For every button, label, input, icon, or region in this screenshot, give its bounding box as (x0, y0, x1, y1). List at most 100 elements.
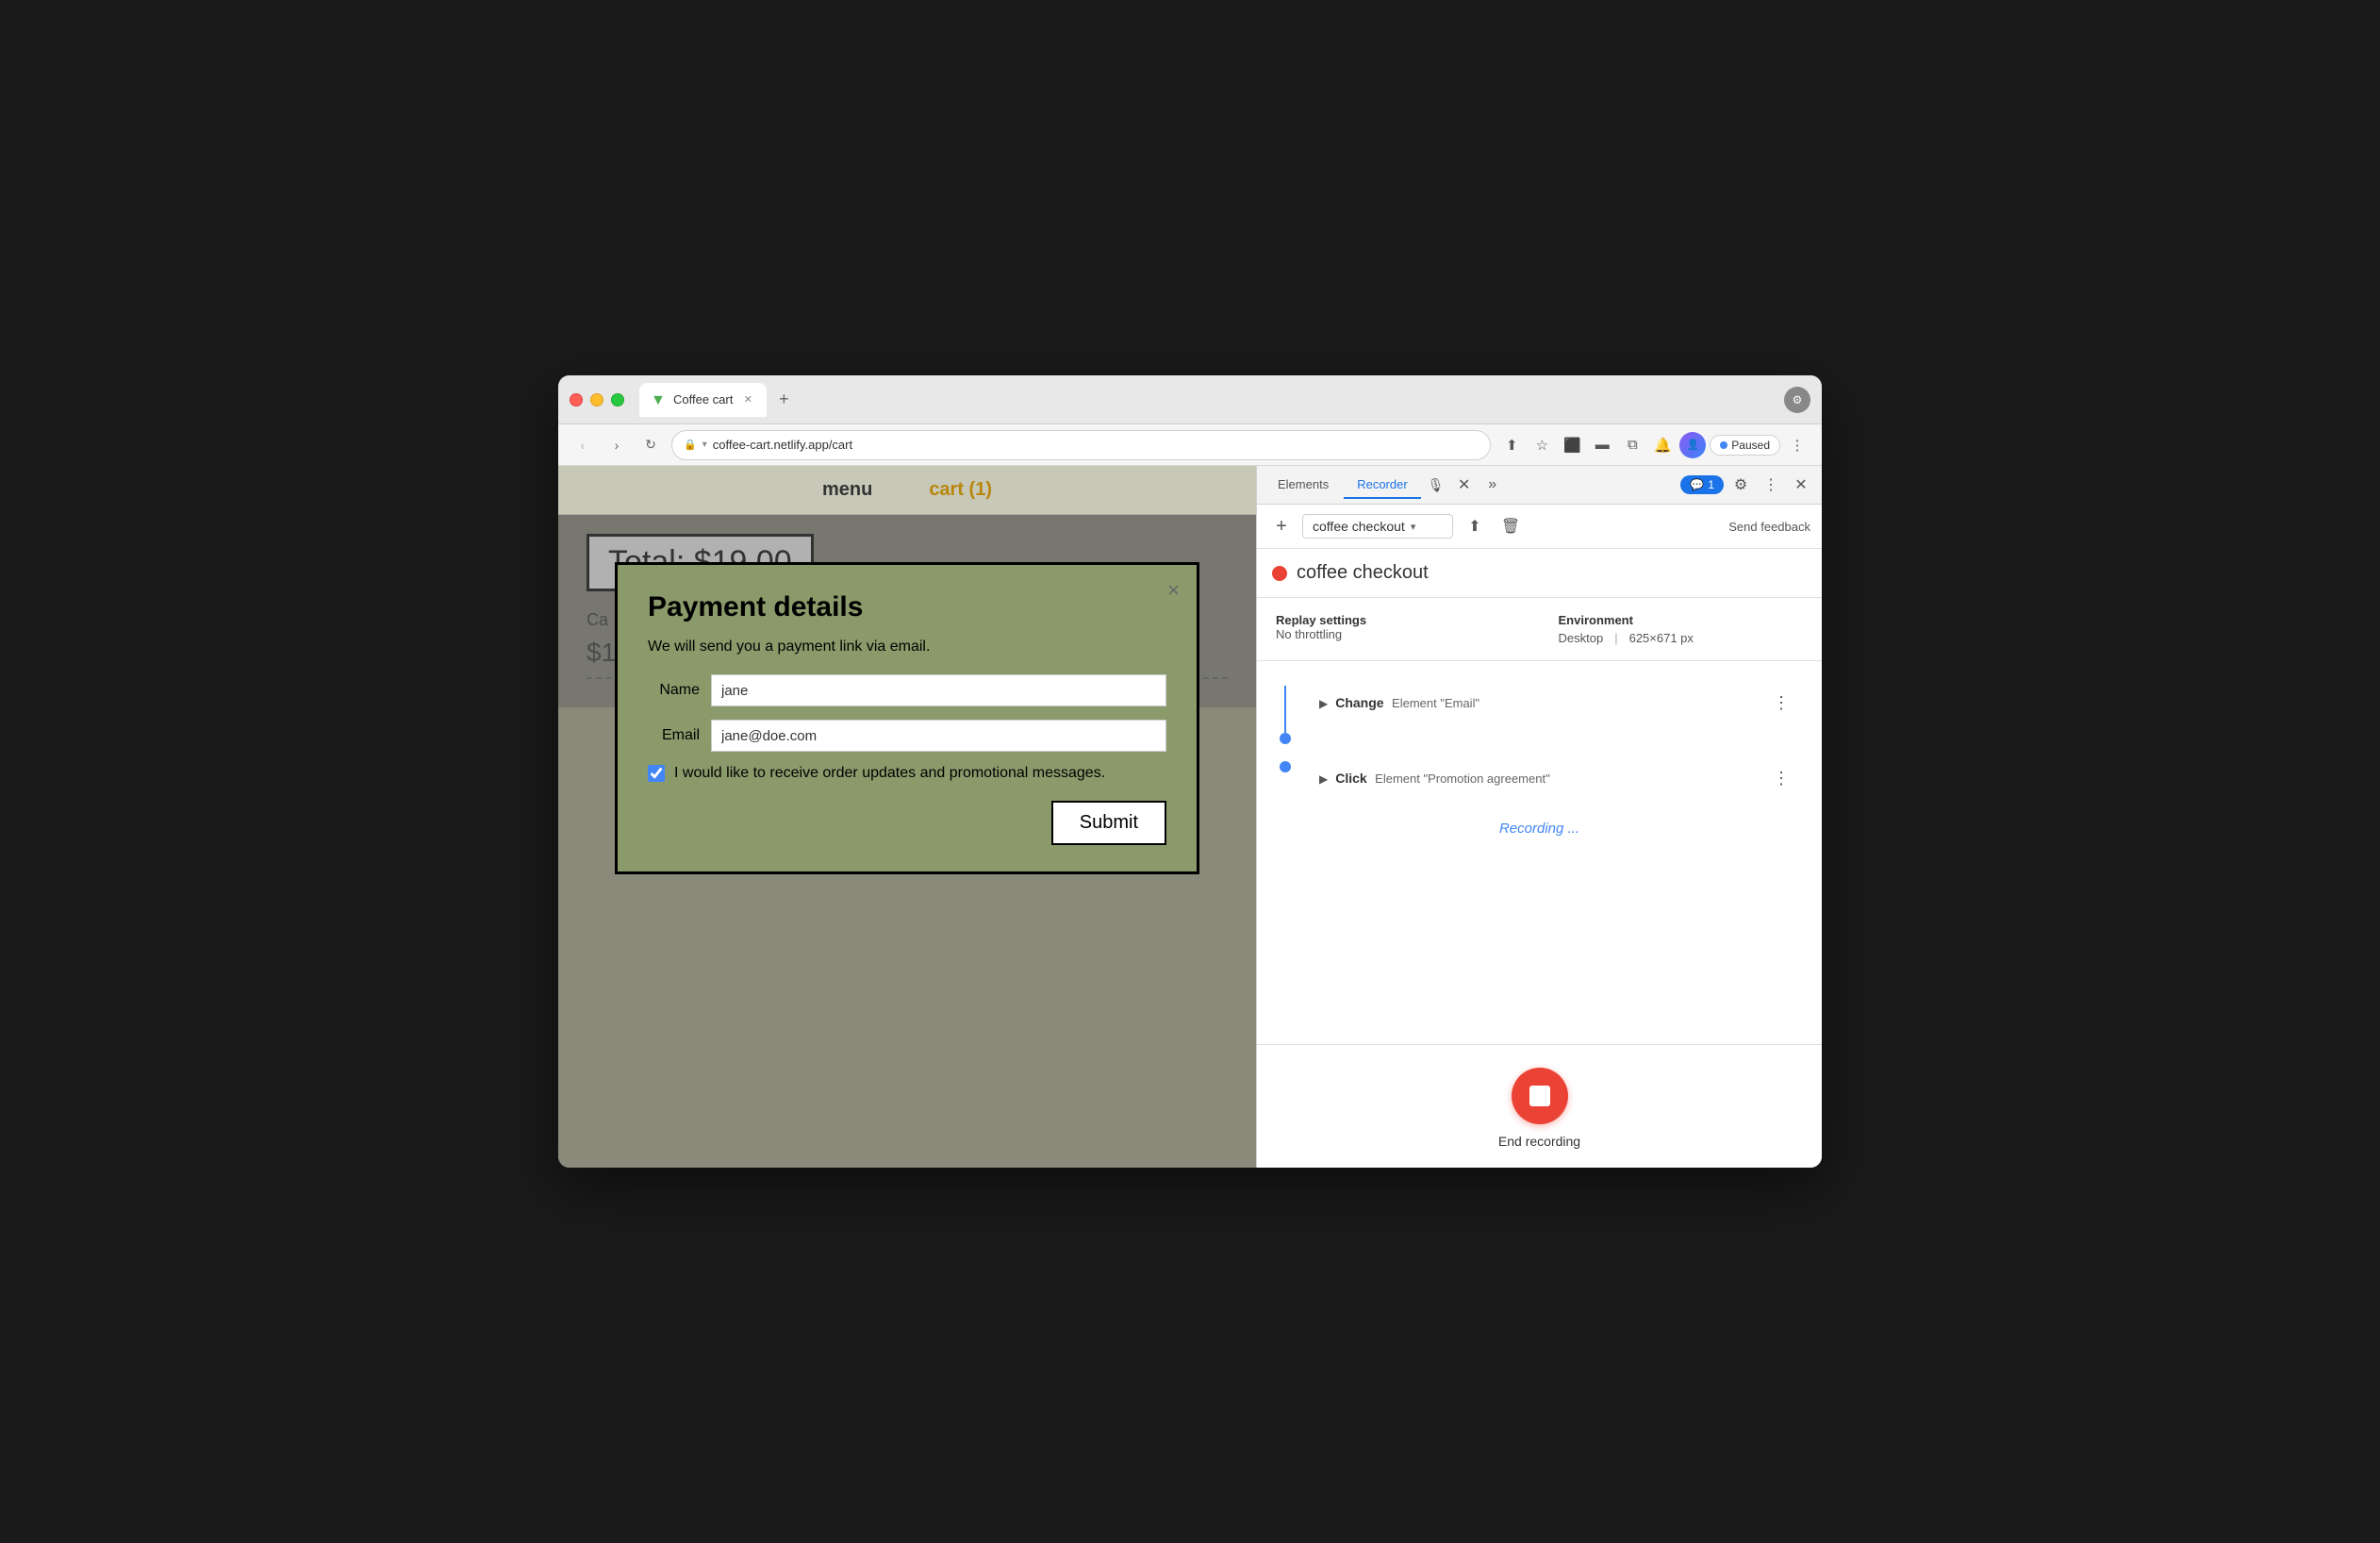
paused-button[interactable]: Paused (1710, 435, 1780, 456)
delete-recording-icon[interactable]: 🗑 (1496, 512, 1525, 540)
address-caret-icon: ▾ (702, 440, 707, 450)
browser-window: ▼ Coffee cart ✕ + ⚙ ‹ › ↻ 🔒 ▾ coffee-car… (558, 375, 1822, 1168)
devtools-panel: Elements Recorder 🎙 ✕ » 💬 1 ⚙ ⋮ ✕ (1256, 466, 1822, 1168)
timeline-line (1284, 686, 1286, 733)
promotion-checkbox[interactable] (648, 765, 665, 782)
recording-selector[interactable]: coffee checkout ▾ (1302, 514, 1453, 539)
step-expand-click-icon[interactable]: ▶ (1319, 772, 1328, 786)
end-recording-label: End recording (1498, 1134, 1580, 1149)
promotion-label: I would like to receive order updates an… (674, 765, 1105, 782)
devtools-tabs: Elements Recorder 🎙 ✕ » 💬 1 ⚙ ⋮ ✕ (1257, 466, 1822, 504)
chat-icon: 💬 (1690, 478, 1704, 491)
step-info-click: Click Element "Promotion agreement" (1335, 771, 1549, 788)
tab-recorder[interactable]: Recorder (1344, 472, 1420, 499)
chat-badge: 1 (1708, 478, 1714, 491)
tab-favicon-icon: ▼ (651, 392, 666, 407)
forward-button[interactable]: › (603, 432, 630, 458)
site-nav: menu cart (1) (558, 466, 1256, 515)
title-bar: ▼ Coffee cart ✕ + ⚙ (558, 375, 1822, 424)
step-content-1: ▶ Click Element "Promotion agreement" ⋮ (1306, 759, 1803, 798)
step-change[interactable]: ▶ Change Element "Email" ⋮ (1306, 684, 1803, 722)
name-form-row: Name (648, 674, 1166, 706)
timeline-dot-0 (1280, 733, 1291, 744)
throttling-value: No throttling (1276, 627, 1540, 641)
nav-menu-item[interactable]: menu (822, 479, 872, 501)
environment-col: Environment Desktop | 625×671 px (1540, 613, 1804, 645)
step-info: Change Element "Email" (1335, 695, 1479, 712)
devtools-settings-icon[interactable]: ⚙ (1727, 472, 1754, 498)
window-settings-icon[interactable]: ⚙ (1784, 387, 1810, 413)
recording-title: coffee checkout (1297, 562, 1429, 584)
tab-bar: ▼ Coffee cart ✕ + (639, 383, 1784, 417)
extension-bell-icon[interactable]: 🔔 (1649, 432, 1676, 458)
devtools-more-tabs-icon[interactable]: » (1479, 472, 1506, 498)
email-form-row: Email (648, 720, 1166, 752)
step-click[interactable]: ▶ Click Element "Promotion agreement" ⋮ (1306, 759, 1803, 798)
step-content-0: ▶ Change Element "Email" ⋮ (1306, 684, 1803, 722)
email-label: Email (648, 727, 700, 744)
active-tab[interactable]: ▼ Coffee cart ✕ (639, 383, 767, 417)
extension-dark-icon[interactable]: ▬ (1589, 432, 1615, 458)
back-button[interactable]: ‹ (570, 432, 596, 458)
timeline-connector-0 (1276, 686, 1295, 744)
window-controls: ⚙ (1784, 387, 1810, 413)
paused-dot (1720, 441, 1727, 449)
devtools-close-icon[interactable]: ✕ (1788, 472, 1814, 498)
tab-close-icon[interactable]: ✕ (740, 392, 755, 407)
traffic-lights (570, 393, 624, 406)
timeline-connector-1 (1276, 761, 1295, 772)
devtools-close-recorder-icon[interactable]: ✕ (1451, 472, 1478, 498)
add-recording-button[interactable]: + (1268, 513, 1295, 539)
minimize-button[interactable] (590, 393, 603, 406)
chat-button[interactable]: 💬 1 (1680, 475, 1724, 494)
tab-title: Coffee cart (673, 392, 733, 406)
devtools-bottom: End recording (1257, 1044, 1822, 1168)
recording-status-text: Recording ... (1257, 805, 1822, 852)
profile-avatar[interactable]: 👤 (1679, 432, 1706, 458)
submit-button[interactable]: Submit (1051, 801, 1166, 845)
stop-icon (1529, 1086, 1550, 1106)
replay-settings-col: Replay settings No throttling (1276, 613, 1540, 645)
bookmark-icon[interactable]: ☆ (1529, 432, 1555, 458)
name-input[interactable] (711, 674, 1166, 706)
extension-puzzle-icon[interactable]: ⧉ (1619, 432, 1645, 458)
step-element-change: Element "Email" (1392, 696, 1479, 710)
page-body: Total: $19.00 Ca $1 × Payment details We… (558, 515, 1256, 707)
devtools-record-icon[interactable]: 🎙 (1423, 472, 1449, 498)
end-recording-button[interactable] (1512, 1068, 1568, 1124)
recording-select-name: coffee checkout (1313, 519, 1405, 534)
new-tab-button[interactable]: + (770, 387, 797, 413)
recording-header: coffee checkout (1257, 549, 1822, 598)
tab-elements[interactable]: Elements (1264, 472, 1342, 499)
name-label: Name (648, 682, 700, 699)
step-expand-icon[interactable]: ▶ (1319, 697, 1328, 710)
devtools-kebab-icon[interactable]: ⋮ (1758, 472, 1784, 498)
payment-modal: × Payment details We will send you a pay… (615, 562, 1199, 874)
nav-icons-right: ⬆ ☆ ⬛ ▬ ⧉ 🔔 👤 Paused ⋮ (1498, 432, 1810, 458)
modal-subtitle: We will send you a payment link via emai… (648, 639, 1166, 655)
share-icon[interactable]: ⬆ (1498, 432, 1525, 458)
close-button[interactable] (570, 393, 583, 406)
timeline-item-1: ▶ Click Element "Promotion agreement" ⋮ (1257, 752, 1822, 805)
extension-red-icon[interactable]: ⬛ (1559, 432, 1585, 458)
maximize-button[interactable] (611, 393, 624, 406)
address-bar[interactable]: 🔒 ▾ coffee-cart.netlify.app/cart (671, 430, 1491, 460)
settings-section: Replay settings No throttling Environmen… (1257, 598, 1822, 661)
step-type-change: Change (1335, 695, 1383, 710)
more-options-icon[interactable]: ⋮ (1784, 432, 1810, 458)
select-chevron-down-icon: ▾ (1411, 521, 1416, 533)
browser-content: menu cart (1) Total: $19.00 Ca $1 × Pa (558, 466, 1256, 1168)
step-more-icon-1[interactable]: ⋮ (1773, 769, 1790, 788)
send-feedback-link[interactable]: Send feedback (1728, 520, 1810, 534)
step-element-click: Element "Promotion agreement" (1375, 772, 1550, 786)
export-recording-icon[interactable]: ⬆ (1461, 512, 1489, 540)
lock-icon: 🔒 (684, 439, 697, 451)
refresh-button[interactable]: ↻ (637, 432, 664, 458)
paused-label: Paused (1731, 439, 1770, 452)
step-more-icon-0[interactable]: ⋮ (1773, 693, 1790, 713)
email-input[interactable] (711, 720, 1166, 752)
devtools-header: Elements Recorder 🎙 ✕ » 💬 1 ⚙ ⋮ ✕ (1257, 466, 1822, 505)
timeline-area: ▶ Change Element "Email" ⋮ (1257, 661, 1822, 1044)
nav-cart-item[interactable]: cart (1) (929, 479, 992, 501)
modal-close-button[interactable]: × (1167, 578, 1180, 603)
